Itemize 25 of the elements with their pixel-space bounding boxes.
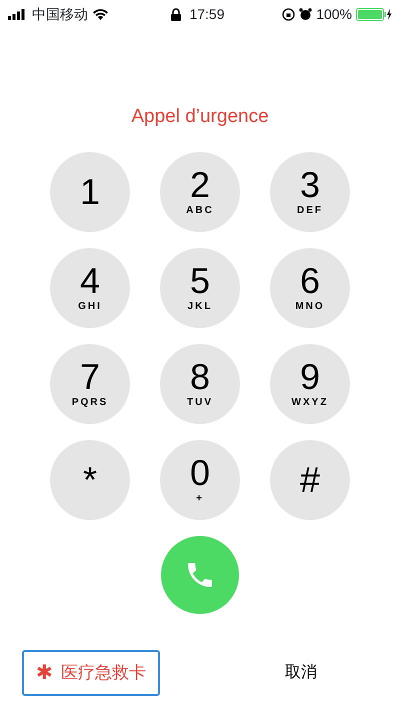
dial-key[interactable]: 6 MNO [270, 248, 350, 328]
dial-key[interactable]: 5 JKL [160, 248, 240, 328]
dial-key[interactable]: # [270, 440, 350, 520]
dial-key[interactable]: 3 DEF [270, 152, 350, 232]
clock-time: 17:59 [189, 4, 225, 24]
dial-key[interactable]: * [50, 440, 130, 520]
alarm-icon [299, 8, 312, 20]
rotation-lock-icon [282, 8, 296, 20]
dial-key[interactable]: 4 GHI [50, 248, 130, 328]
dial-key[interactable]: 0 + [160, 440, 240, 520]
carrier-name: 中国移动 [32, 4, 88, 24]
medical-id-label: 医疗急救卡 [60, 662, 146, 684]
asterisk-icon: ✱ [36, 658, 53, 688]
battery-percent: 100% [316, 4, 352, 24]
medical-id-button[interactable]: ✱ 医疗急救卡 [22, 650, 160, 696]
cancel-button[interactable]: 取消 [279, 660, 323, 686]
dial-key[interactable]: 7 PQRS [50, 344, 130, 424]
dial-key[interactable]: 8 TUV [160, 344, 240, 424]
dial-key[interactable]: 9 WXYZ [270, 344, 350, 424]
emergency-call-title: Appel d’urgence [130, 105, 270, 129]
lock-icon [171, 8, 182, 20]
dial-key[interactable]: 1 [50, 152, 130, 232]
wifi-icon [92, 8, 109, 20]
battery-icon [356, 8, 392, 20]
dial-key[interactable]: 2 ABC [160, 152, 240, 232]
